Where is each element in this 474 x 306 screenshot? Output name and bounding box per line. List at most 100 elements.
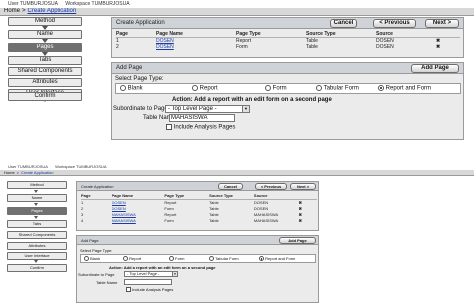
radio-form[interactable]: Form xyxy=(169,256,185,262)
radio-icon[interactable] xyxy=(84,256,89,262)
radio-report-and-form[interactable]: Report and Form xyxy=(259,256,296,262)
radio-form[interactable]: Form xyxy=(265,85,287,92)
subordinate-select[interactable]: - Top Level Page - ▼ xyxy=(124,271,178,277)
create-application-region: Create Application Cancel < Previous Nex… xyxy=(76,181,319,231)
breadcrumb-home[interactable]: Home xyxy=(4,8,20,14)
wizard-step-method: Method xyxy=(7,181,67,189)
wizard-step-tabs: Tabs xyxy=(8,56,82,65)
subordinate-select-value: - Top Level Page - xyxy=(168,106,217,112)
radio-blank-label: Blank xyxy=(90,256,101,261)
breadcrumb-current[interactable]: Create Application xyxy=(21,170,53,175)
chevron-down-icon xyxy=(34,190,38,193)
top-screenshot: User TUMBURJOSUA Workspace TUMBURJOSUA H… xyxy=(0,0,474,150)
include-analysis-option[interactable]: Include Analysis Pages xyxy=(166,124,235,131)
radio-report[interactable]: Report xyxy=(123,256,141,262)
delete-x-icon[interactable]: ✖ xyxy=(299,218,317,224)
table-name-value: MAHASISWA xyxy=(171,115,208,121)
wizard-steps: Method Name Pages Tabs Shared Components… xyxy=(7,181,67,263)
radio-icon[interactable] xyxy=(316,85,322,91)
wizard-step-attributes: Attributes xyxy=(8,78,82,87)
radio-icon[interactable] xyxy=(169,256,174,262)
table-row: 2 DOSEN Form Table DOSEN ✖ xyxy=(116,44,460,50)
user-info: User TUMBURJOSUA Workspace TUMBURJOSUA xyxy=(8,164,112,169)
wizard-step-name: Name xyxy=(8,30,82,39)
radio-form-label: Form xyxy=(175,256,185,261)
radio-tabular-form-label: Tabular Form xyxy=(215,256,239,261)
workspace-label: Workspace TUMBURJOSUA xyxy=(55,164,107,169)
wizard-step-user-interface: User Interface xyxy=(7,252,67,260)
select-page-type-label: Select Page Type: xyxy=(115,76,164,82)
cell-source-type: Table xyxy=(209,218,219,223)
add-page-region: Add Page Add Page Select Page Type: Blan… xyxy=(76,235,319,303)
radio-icon[interactable] xyxy=(120,85,126,91)
radio-selected-icon[interactable] xyxy=(259,256,264,262)
include-analysis-option[interactable]: Include Analysis Pages xyxy=(126,287,174,293)
subordinate-select-value: - Top Level Page - xyxy=(127,271,160,276)
cancel-button[interactable]: Cancel xyxy=(218,183,243,190)
wizard-step-confirm: Confirm xyxy=(8,92,82,101)
radio-icon[interactable] xyxy=(123,256,128,262)
radio-icon[interactable] xyxy=(265,85,271,91)
previous-button[interactable]: < Previous xyxy=(255,183,287,190)
radio-selected-icon[interactable] xyxy=(378,85,384,91)
breadcrumb: Home > Create Application xyxy=(0,8,474,16)
add-page-title: Add Page xyxy=(81,238,99,243)
radio-tabular-form[interactable]: Tabular Form xyxy=(209,256,239,262)
user-label: User TUMBURJOSUA xyxy=(8,1,58,7)
radio-icon[interactable] xyxy=(209,256,214,262)
user-info: User TUMBURJOSUA Workspace TUMBURJOSUA xyxy=(8,1,136,7)
delete-x-icon[interactable]: ✖ xyxy=(436,44,460,50)
cell-page-name[interactable]: DOSEN xyxy=(156,44,236,50)
radio-blank[interactable]: Blank xyxy=(84,256,101,262)
table-row: 4 MAHASISWA Form Table MAHASISWA ✖ xyxy=(81,218,317,224)
cell-source-type: Table xyxy=(306,44,318,50)
table-name-field[interactable]: MAHASISWA xyxy=(169,114,235,122)
radio-report-and-form-label: Report and Form xyxy=(265,256,296,261)
cell-page: 2 xyxy=(116,44,119,50)
workspace-label: Workspace TUMBURJOSUA xyxy=(65,1,130,7)
radio-form-label: Form xyxy=(272,85,287,92)
table-name-field[interactable] xyxy=(124,279,172,285)
radio-report-and-form[interactable]: Report and Form xyxy=(378,85,431,92)
chevron-down-icon xyxy=(34,203,38,206)
add-page-button[interactable]: Add Page xyxy=(279,237,316,244)
add-page-title: Add Page xyxy=(116,65,143,71)
cell-page-type: Form xyxy=(164,218,174,223)
radio-icon[interactable] xyxy=(192,85,198,91)
wizard-step-name: Name xyxy=(7,194,67,202)
add-page-button[interactable]: Add Page xyxy=(411,64,459,73)
create-application-title: Create Application xyxy=(116,20,165,26)
checkbox-icon[interactable] xyxy=(166,124,172,130)
next-button[interactable]: Next > xyxy=(425,19,459,28)
chevron-down-icon xyxy=(34,216,38,219)
wizard-step-shared-components: Shared Components xyxy=(8,67,82,76)
page-type-radio-group: Blank Report Form Tabular Form Report an… xyxy=(115,83,461,94)
wizard-step-pages: Pages xyxy=(7,207,67,215)
subordinate-select[interactable]: - Top Level Page - ▼ xyxy=(165,105,250,113)
cancel-button[interactable]: Cancel xyxy=(330,19,357,28)
radio-report-and-form-label: Report and Form xyxy=(385,85,432,92)
radio-tabular-form[interactable]: Tabular Form xyxy=(316,85,359,92)
cell-source: DOSEN xyxy=(376,44,394,50)
checkbox-icon[interactable] xyxy=(126,287,131,293)
chevron-down-icon xyxy=(34,260,38,263)
radio-blank[interactable]: Blank xyxy=(120,85,143,92)
action-text: Action: Add a report with an edit form o… xyxy=(172,97,332,103)
breadcrumb: Home > Create Application xyxy=(0,170,474,176)
dropdown-arrow-icon[interactable]: ▼ xyxy=(242,106,249,112)
add-page-header: Add Page Add Page xyxy=(112,63,463,74)
cell-source: MAHASISWA xyxy=(253,218,279,223)
create-application-header: Create Application Cancel < Previous Nex… xyxy=(77,182,318,191)
radio-tabular-form-label: Tabular Form xyxy=(323,85,359,92)
next-button[interactable]: Next > xyxy=(290,183,316,190)
include-analysis-label: Include Analysis Pages xyxy=(132,287,174,292)
include-analysis-label: Include Analysis Pages xyxy=(173,124,236,131)
breadcrumb-current[interactable]: Create Application xyxy=(28,8,77,14)
wizard-step-shared-components: Shared Components xyxy=(7,231,67,239)
radio-report[interactable]: Report xyxy=(192,85,218,92)
breadcrumb-home[interactable]: Home xyxy=(4,170,15,175)
cell-page-name[interactable]: MAHASISWA xyxy=(112,218,165,224)
dropdown-arrow-icon[interactable]: ▼ xyxy=(172,272,177,276)
previous-button[interactable]: < Previous xyxy=(373,19,416,28)
pages-table: Page Page Name Page Type Source Type Sou… xyxy=(81,193,317,224)
